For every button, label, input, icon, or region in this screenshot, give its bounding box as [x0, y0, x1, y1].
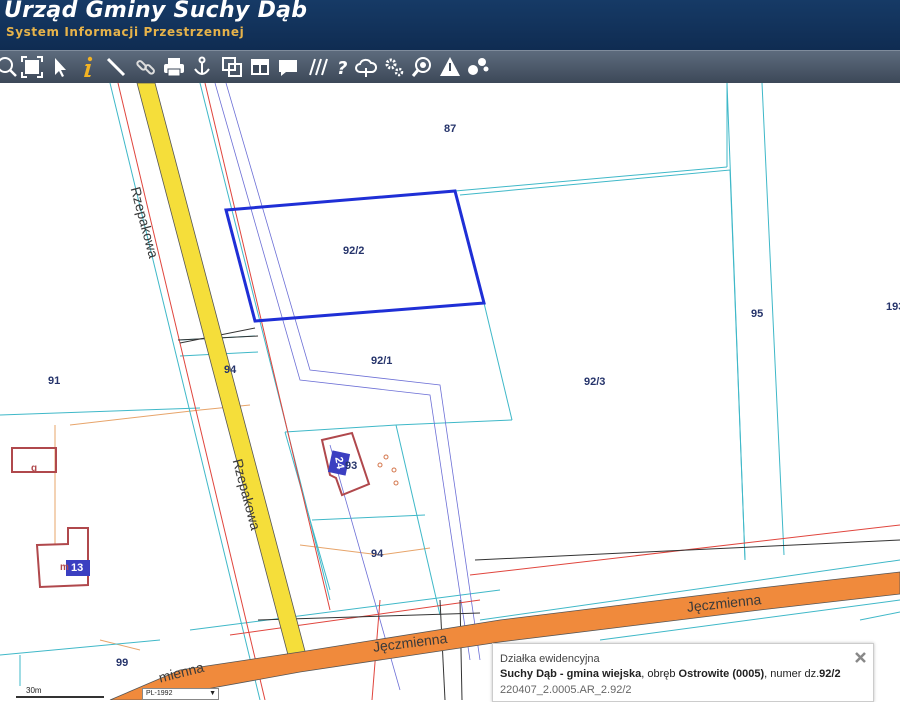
parcel-label-92-1: 92/1 — [371, 355, 393, 367]
popup-municipality: Suchy Dąb - gmina wiejska — [500, 668, 642, 680]
measure-icon[interactable] — [104, 55, 128, 79]
chevron-down-icon: ▼ — [209, 690, 216, 697]
toolbar: ? REJESTR URBANISTYCZNY — [0, 50, 900, 126]
popup-sep1: , obręb — [641, 668, 679, 680]
parcel-label-92-2: 92/2 — [343, 245, 365, 257]
popup-precinct: Ostrowite (0005) — [678, 668, 765, 680]
cloud-icon[interactable] — [354, 55, 378, 79]
app-header: Urząd Gminy Suchy Dąb System Informacji … — [0, 0, 900, 50]
map-drawing — [0, 83, 900, 700]
anchor-icon[interactable] — [190, 55, 214, 79]
scale-bar: 30m — [0, 686, 105, 700]
parcel-label-94-upper: 94 — [224, 364, 237, 376]
parcel-label-95: 95 — [751, 308, 764, 320]
popup-parcel-number: 92/2 — [819, 668, 841, 680]
app-subtitle: System Informacji Przestrzennej — [6, 25, 245, 39]
building-number-24: 24 — [332, 455, 347, 471]
share-icon[interactable] — [466, 55, 490, 79]
crs-select[interactable]: PL-1992 ▼ — [142, 688, 219, 700]
popup-sep2: , numer dz. — [764, 668, 820, 680]
scale-line — [16, 696, 104, 698]
zoom-extent-icon[interactable] — [20, 55, 44, 79]
popup-parcel-id: 220407_2.0005.AR_2.92/2 — [500, 684, 632, 696]
hatch-icon[interactable] — [306, 55, 330, 79]
warning-icon[interactable] — [438, 55, 462, 79]
scale-label: 30m — [26, 686, 42, 695]
copy-icon[interactable] — [220, 55, 244, 79]
parcel-label-193: 193 — [886, 301, 900, 313]
close-icon[interactable] — [854, 651, 867, 664]
parcel-label-91: 91 — [48, 375, 61, 387]
parcel-info-popup: Działka ewidencyjna Suchy Dąb - gmina wi… — [492, 643, 874, 702]
parcel-label-94: 94 — [371, 548, 384, 560]
comment-icon[interactable] — [276, 55, 300, 79]
parcel-label-99: 99 — [116, 657, 129, 669]
small-markers — [377, 454, 399, 486]
info-icon[interactable] — [76, 55, 100, 79]
print-icon[interactable] — [162, 55, 186, 79]
building-label-m: m — [60, 562, 69, 573]
parcel-label-87: 87 — [444, 123, 457, 135]
parcel-label-93: 93 — [345, 460, 358, 472]
zoom-out-icon[interactable] — [0, 55, 18, 79]
search-zoom-icon[interactable] — [410, 55, 434, 79]
popup-title: Działka ewidencyjna — [500, 653, 600, 665]
link-icon[interactable] — [134, 55, 158, 79]
app-title: Urząd Gminy Suchy Dąb — [4, 0, 308, 23]
help-icon[interactable]: ? — [330, 55, 354, 79]
map-canvas[interactable]: 87 92/2 92/1 92/3 95 193 91 94 93 94 99 … — [0, 83, 900, 700]
building-label-g: g — [31, 463, 38, 474]
settings-icon[interactable] — [382, 55, 406, 79]
utility-purple — [214, 83, 481, 691]
popup-description: Suchy Dąb - gmina wiejska, obręb Ostrowi… — [500, 668, 841, 680]
svg-text:?: ? — [337, 58, 347, 79]
building-number-13: 13 — [71, 562, 84, 574]
crs-value: PL-1992 — [146, 690, 173, 697]
layout-icon[interactable] — [248, 55, 272, 79]
select-arrow-icon[interactable] — [48, 55, 72, 79]
parcel-label-92-3: 92/3 — [584, 376, 606, 388]
